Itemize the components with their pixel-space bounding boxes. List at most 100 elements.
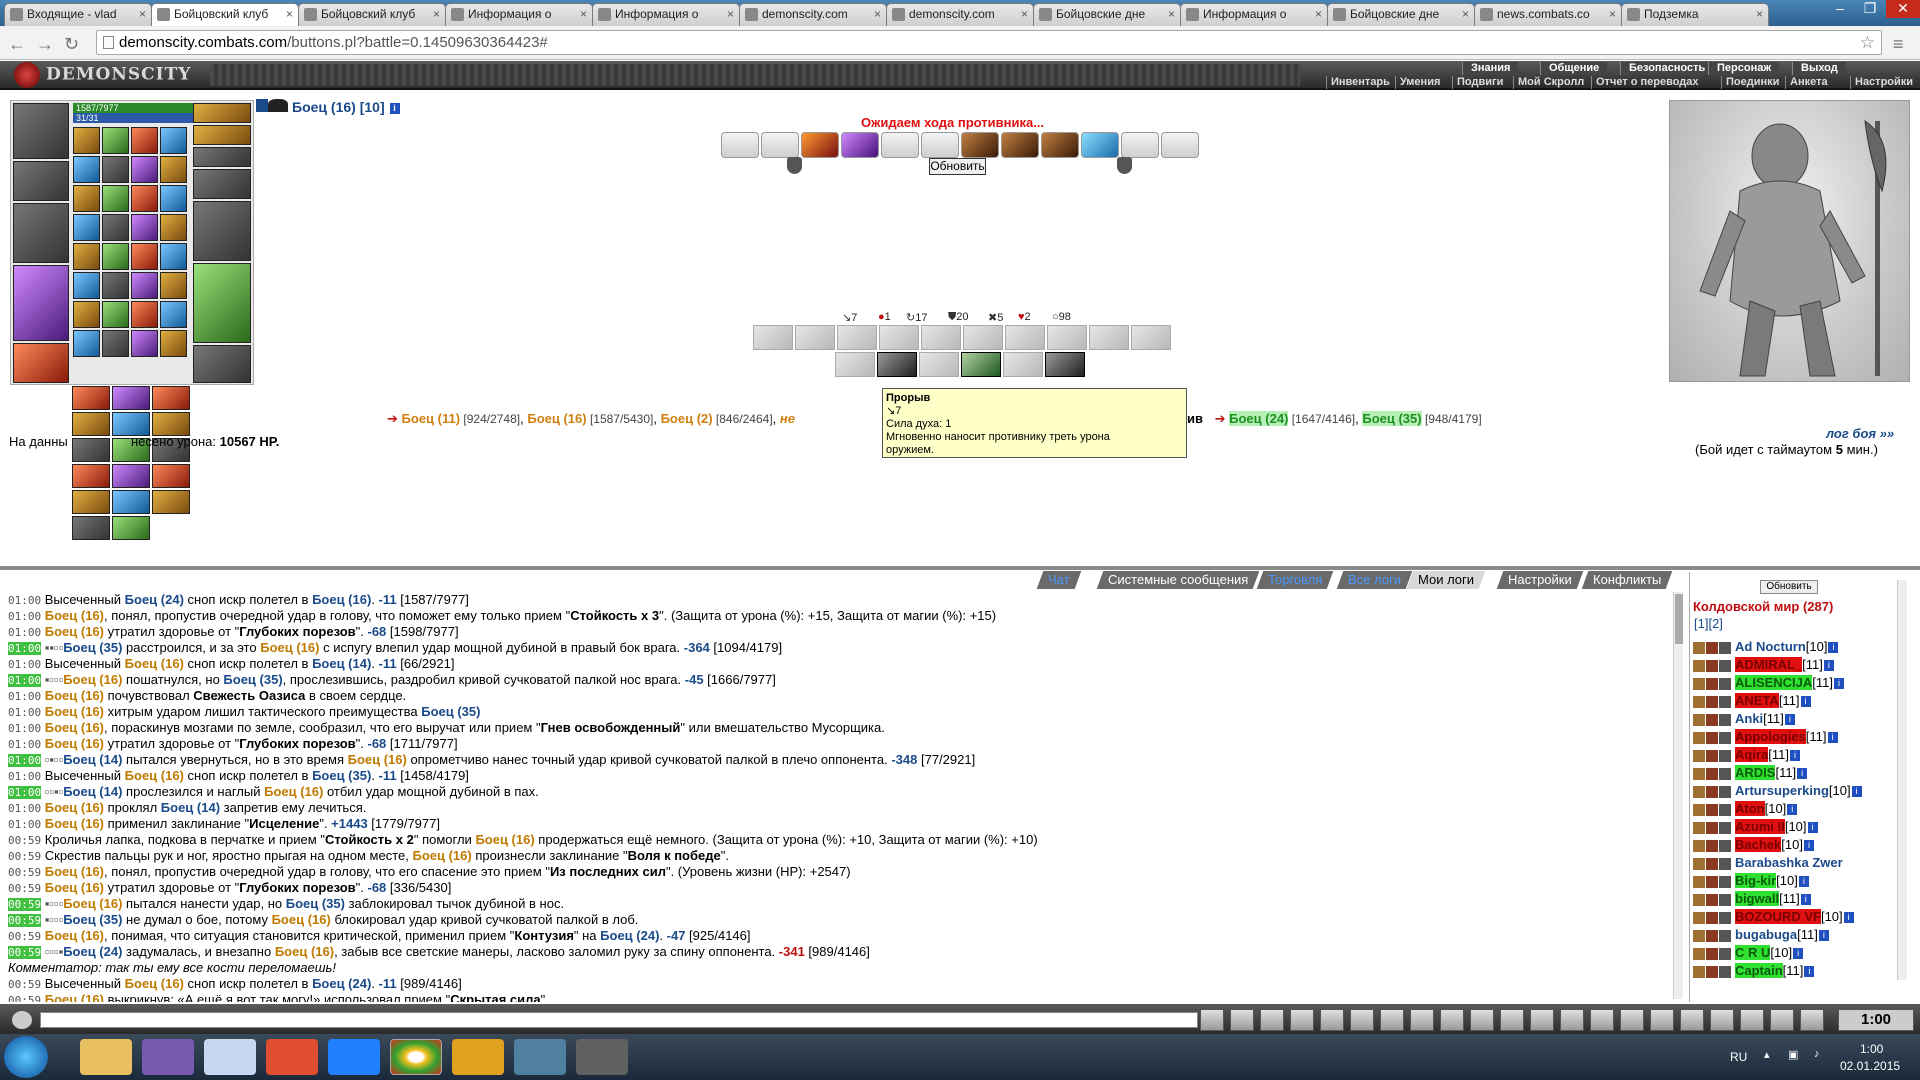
inventory-slot[interactable] [160,243,187,270]
toolbar-button-icon[interactable] [1650,1009,1674,1031]
player-name[interactable]: Azumi II [1735,819,1785,834]
ability-slot-active[interactable] [1045,352,1085,377]
player-row[interactable]: ADMIRAL_[11] i [1693,656,1834,674]
notepad-icon[interactable] [204,1039,256,1075]
belt-slot[interactable] [112,464,150,488]
inventory-slot[interactable] [102,301,129,328]
inventory-slot[interactable] [131,301,158,328]
player-name[interactable]: ADMIRAL_ [1735,657,1803,672]
character-avatar[interactable] [1669,100,1910,382]
clock-time[interactable]: 1:00 [1860,1042,1883,1056]
toolbar-button-icon[interactable] [1680,1009,1704,1031]
browser-tab[interactable]: Бойцовский клуб × [151,3,299,26]
player-name[interactable]: Appologies [1735,729,1806,744]
toolbar-button-icon[interactable] [1500,1009,1524,1031]
close-tab-icon[interactable]: × [1168,4,1175,25]
chat-divider[interactable] [0,566,1920,570]
app-icon[interactable] [452,1039,504,1075]
scroll-thumb[interactable] [1675,594,1683,644]
pagination[interactable]: [1][2] [1694,616,1723,631]
player-name[interactable]: ANETA [1735,693,1779,708]
chat-tab[interactable]: Чат [1036,571,1081,589]
ability-slot[interactable] [1005,325,1045,350]
close-tab-icon[interactable]: × [1462,4,1469,25]
gloves-slot[interactable] [193,169,251,199]
submenu-1[interactable]: Умения [1395,76,1444,89]
browser-tab[interactable]: Подземка × [1621,3,1769,26]
player-row[interactable]: Captain[11] i [1693,962,1815,980]
inventory-slot[interactable] [160,330,187,357]
close-tab-icon[interactable]: × [1021,4,1028,25]
player-row[interactable]: BOZOURD VF[10] i [1693,908,1854,926]
spell-slot[interactable] [1161,132,1199,158]
info-icon[interactable]: i [1818,930,1829,942]
star-icon[interactable]: ☆ [1860,31,1875,54]
inventory-slot[interactable] [102,127,129,154]
info-icon[interactable]: i [1834,678,1845,690]
world-of-tanks-icon[interactable] [576,1039,628,1075]
player-row[interactable]: bugabuga[11] i [1693,926,1829,944]
player-row[interactable]: Anki[11] i [1693,710,1795,728]
upload-icon[interactable] [328,1039,380,1075]
ring-slots[interactable] [193,147,251,167]
inventory-slot[interactable] [160,272,187,299]
fighter-link[interactable]: Боец (16) [527,411,586,426]
player-name[interactable]: Bachek [1735,837,1782,852]
spell-slot[interactable] [921,132,959,158]
clock-date[interactable]: 02.01.2015 [1840,1059,1900,1073]
inventory-slot[interactable] [131,214,158,241]
belt-slot[interactable] [152,386,190,410]
inventory-slot[interactable] [73,272,100,299]
maximize-button[interactable]: ❐ [1856,0,1884,18]
close-window-button[interactable]: ✕ [1886,0,1920,18]
app-icon[interactable] [514,1039,566,1075]
close-tab-icon[interactable]: × [1609,4,1616,25]
toolbar-button-icon[interactable] [1410,1009,1434,1031]
spell-slot[interactable] [761,132,799,158]
fighter-link[interactable]: Боец (35) [1362,411,1422,426]
belt-slot[interactable] [112,412,150,436]
belt-slot[interactable] [72,386,110,410]
player-name[interactable]: Ad Nocturn [1735,639,1806,654]
close-tab-icon[interactable]: × [433,4,440,25]
forward-icon[interactable]: → [36,34,54,55]
visual-studio-icon[interactable] [142,1039,194,1075]
belt-slot[interactable] [152,412,190,436]
info-icon[interactable]: i [1800,894,1811,906]
spell-slot[interactable] [1121,132,1159,158]
menu-icon[interactable]: ≡ [1893,34,1904,55]
spell-slot[interactable] [1001,132,1039,158]
game-logo[interactable]: DEMONSCITY [14,62,191,88]
leggings-slot[interactable] [193,263,251,343]
info-icon[interactable]: i [389,102,400,114]
player-row[interactable]: C R U[10] i [1693,944,1804,962]
reload-icon[interactable]: ↻ [64,34,79,55]
toolbar-button-icon[interactable] [1380,1009,1404,1031]
menu-4[interactable]: Выход [1792,62,1846,75]
fighter-link[interactable]: Боец (2) [661,411,713,426]
inventory-slot[interactable] [131,243,158,270]
toolbar-button-icon[interactable] [1710,1009,1734,1031]
submenu-5[interactable]: Поединки [1721,76,1783,89]
player-name[interactable]: Aton [1735,801,1765,816]
toolbar-button-icon[interactable] [1470,1009,1494,1031]
info-icon[interactable]: i [1797,768,1808,780]
close-tab-icon[interactable]: × [1756,4,1763,25]
inventory-slot[interactable] [73,156,100,183]
player-row[interactable]: bigwall[11] i [1693,890,1811,908]
log-scrollbar[interactable] [1673,592,1683,999]
inventory-slot[interactable] [131,330,158,357]
toolbar-button-icon[interactable] [1200,1009,1224,1031]
battle-log-link[interactable]: лог боя »» [1826,426,1894,441]
ability-slot-active[interactable] [877,352,917,377]
toolbar-button-icon[interactable] [1740,1009,1764,1031]
ability-slot-breakthrough[interactable] [961,352,1001,377]
belt-slot[interactable] [112,490,150,514]
player-name[interactable]: Aqira [1735,747,1769,762]
close-tab-icon[interactable]: × [874,4,881,25]
submenu-0[interactable]: Инвентарь [1326,76,1394,89]
inventory-slot[interactable] [73,301,100,328]
info-icon[interactable]: i [1823,660,1834,672]
ability-slot[interactable] [1003,352,1043,377]
ability-slot[interactable] [963,325,1003,350]
